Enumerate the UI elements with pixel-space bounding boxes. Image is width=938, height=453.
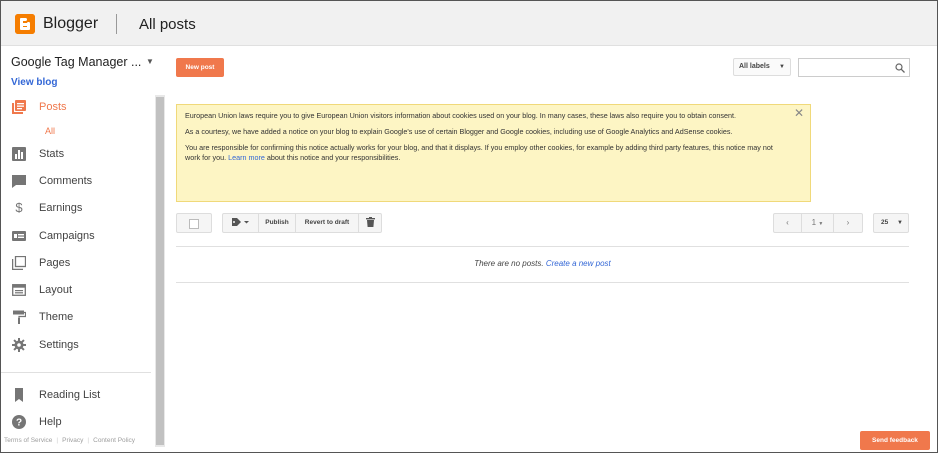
terms-link[interactable]: Terms of Service — [4, 437, 52, 444]
sidebar-item-layout[interactable]: Layout — [1, 280, 151, 302]
blogger-logo-icon[interactable] — [15, 14, 35, 34]
per-page-value: 25 — [881, 219, 889, 226]
sidebar-item-label: Posts — [39, 101, 67, 113]
notice-text: about this notice and your responsibilit… — [266, 153, 401, 162]
sidebar-scrollbar-thumb[interactable] — [156, 97, 164, 445]
post-actions-group: Publish Revert to draft — [222, 213, 382, 233]
sidebar-item-label: Theme — [39, 311, 74, 323]
label-dropdown-button[interactable] — [223, 214, 259, 232]
sidebar-subitem-all[interactable]: All — [45, 126, 55, 136]
chevron-down-icon: ▼ — [779, 64, 785, 70]
empty-state-message: There are no posts. Create a new post — [176, 259, 909, 268]
sidebar-footer-links: Terms of Service | Privacy | Content Policy — [4, 437, 139, 444]
pages-icon — [12, 256, 26, 270]
help-icon: ? — [12, 415, 26, 429]
checkbox-box — [189, 219, 199, 229]
notice-paragraph: You are responsible for confirming this … — [185, 143, 802, 163]
comments-icon — [12, 175, 26, 188]
sidebar-item-label: Reading List — [39, 389, 101, 401]
sidebar-item-comments[interactable]: Comments — [1, 171, 151, 193]
gear-icon — [12, 338, 26, 352]
page-number: 1 — [811, 218, 817, 227]
paint-roller-icon — [13, 310, 26, 324]
sidebar-item-label: Stats — [39, 148, 65, 160]
blog-selector[interactable]: Google Tag Manager ... — [11, 55, 141, 69]
list-divider — [176, 246, 909, 247]
sidebar-item-label: Help — [39, 416, 62, 428]
page-title: All posts — [139, 16, 196, 33]
sidebar-item-reading-list[interactable]: Reading List — [1, 385, 151, 407]
posts-icon — [12, 100, 26, 114]
labels-filter-value: All labels — [739, 63, 770, 70]
sidebar-item-campaigns[interactable]: Campaigns — [1, 226, 151, 248]
labels-filter-dropdown[interactable]: All labels ▼ — [733, 58, 791, 76]
sidebar-item-pages[interactable]: Pages — [1, 253, 151, 275]
sidebar-divider — [1, 372, 151, 373]
top-bar: Blogger All posts — [1, 1, 937, 46]
learn-more-link[interactable]: Learn more — [228, 153, 265, 162]
layout-icon — [12, 284, 26, 296]
notice-paragraph: As a courtesy, we have added a notice on… — [185, 127, 733, 136]
select-all-checkbox[interactable] — [176, 213, 212, 233]
footer-separator: | — [87, 437, 90, 444]
view-blog-link[interactable]: View blog — [11, 77, 58, 88]
search-icon[interactable] — [895, 63, 905, 73]
sidebar-item-label: Campaigns — [39, 230, 95, 242]
next-page-button[interactable]: › — [834, 214, 862, 232]
sidebar-item-label: Settings — [39, 339, 79, 351]
privacy-link[interactable]: Privacy — [62, 437, 83, 444]
stats-icon — [12, 147, 26, 161]
header-divider — [116, 14, 117, 34]
sidebar-item-help[interactable]: ? Help — [1, 412, 151, 434]
app-name[interactable]: Blogger — [43, 15, 98, 33]
chevron-right-icon: › — [846, 218, 850, 227]
delete-button[interactable] — [359, 214, 381, 232]
sidebar-item-theme[interactable]: Theme — [1, 307, 151, 329]
sidebar-item-label: Earnings — [39, 202, 83, 214]
close-icon[interactable]: ✕ — [794, 107, 804, 119]
create-new-post-link[interactable]: Create a new post — [546, 259, 611, 268]
pagination: ‹ 1 ▼ › — [773, 213, 863, 233]
sidebar-item-stats[interactable]: Stats — [1, 144, 151, 166]
blog-selector-caret-icon[interactable]: ▼ — [146, 57, 154, 66]
tag-icon — [231, 218, 249, 227]
search-input[interactable] — [798, 58, 910, 77]
content-policy-link[interactable]: Content Policy — [93, 437, 135, 444]
previous-page-button[interactable]: ‹ — [774, 214, 802, 232]
eu-cookie-notice: ✕ European Union laws require you to giv… — [176, 104, 811, 202]
dollar-icon: $ — [15, 200, 23, 215]
chevron-down-icon: ▼ — [818, 221, 824, 227]
sidebar-item-settings[interactable]: Settings — [1, 335, 151, 357]
chevron-left-icon: ‹ — [786, 218, 789, 227]
sidebar-item-posts[interactable]: Posts — [1, 97, 151, 119]
page-select[interactable]: 1 ▼ — [802, 214, 834, 232]
svg-text:?: ? — [16, 418, 22, 429]
campaigns-icon — [12, 231, 26, 241]
trash-icon — [365, 217, 375, 228]
empty-state-text: There are no posts. — [474, 259, 544, 268]
sidebar-item-label: Comments — [39, 175, 93, 187]
sidebar-item-label: Layout — [39, 284, 73, 296]
publish-button[interactable]: Publish — [259, 214, 296, 232]
new-post-button[interactable]: New post — [176, 58, 224, 77]
revert-to-draft-button[interactable]: Revert to draft — [296, 214, 359, 232]
chevron-down-icon: ▼ — [897, 220, 903, 226]
send-feedback-button[interactable]: Send feedback — [860, 431, 930, 450]
posts-per-page-select[interactable]: 25 ▼ — [873, 213, 909, 233]
bookmark-icon — [15, 388, 23, 402]
list-divider — [176, 282, 909, 283]
notice-paragraph: European Union laws require you to give … — [185, 111, 736, 120]
sidebar-item-label: Pages — [39, 257, 71, 269]
sidebar-item-earnings[interactable]: $ Earnings — [1, 198, 151, 220]
footer-separator: | — [56, 437, 59, 444]
